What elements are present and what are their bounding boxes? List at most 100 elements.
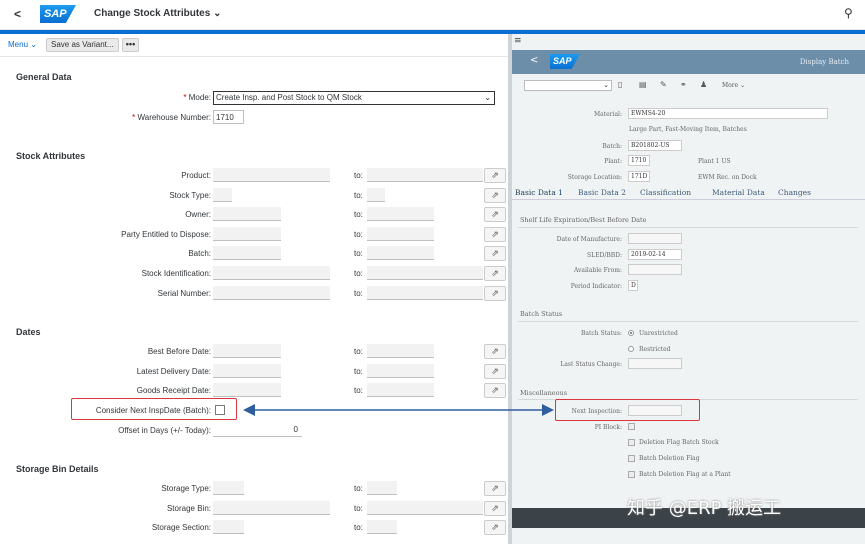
material-field[interactable]: EWMS4-20 (628, 108, 828, 119)
storage-section-from-input[interactable] (213, 520, 244, 534)
search-icon[interactable]: ⚲ (844, 6, 853, 20)
to-label: to: (354, 484, 363, 493)
sap-logo[interactable]: SAP (40, 5, 76, 23)
chevron-down-icon: ⌄ (30, 40, 37, 49)
multiple-selection-icon[interactable]: ⇗ (484, 344, 506, 359)
latest-delivery-from-input[interactable] (213, 364, 281, 378)
save-as-variant-button[interactable]: Save as Variant... (46, 38, 119, 52)
serial-number-from-input[interactable] (213, 286, 330, 300)
panel-topbar: ≡ (512, 34, 865, 50)
latest-delivery-to-input[interactable] (367, 364, 434, 378)
tab-basic-data-1[interactable]: Basic Data 1 (515, 188, 563, 197)
storage-bin-to-input[interactable] (367, 501, 483, 515)
app-title[interactable]: Change Stock Attributes ⌄ (94, 8, 221, 19)
offset-days-input[interactable]: 0 (213, 423, 302, 437)
to-label: to: (354, 386, 363, 395)
menu-button[interactable]: Menu ⌄ (8, 40, 37, 49)
stock-identification-to-input[interactable] (367, 266, 483, 280)
goods-receipt-from-input[interactable] (213, 383, 281, 397)
period-indicator-field[interactable]: D (628, 280, 638, 291)
multiple-selection-icon[interactable]: ⇗ (484, 364, 506, 379)
deletion-flag-batch-stock-checkbox[interactable] (628, 439, 635, 446)
section-title-stock: Stock Attributes (16, 151, 86, 161)
stock-type-label: Stock Type: (169, 191, 211, 200)
warehouse-input[interactable]: 1710 (213, 110, 244, 124)
storage-location-label: Storage Location: (567, 174, 622, 181)
storage-bin-label: Storage Bin: (166, 504, 211, 513)
multiple-selection-icon[interactable]: ⇗ (484, 286, 506, 301)
sap-logo: SAP (550, 54, 580, 69)
owner-to-input[interactable] (367, 207, 434, 221)
batch-label: Batch: (602, 143, 622, 150)
multiple-selection-icon[interactable]: ⇗ (484, 207, 506, 222)
multiple-selection-icon[interactable]: ⇗ (484, 188, 506, 203)
batch-field[interactable]: B201802-US (628, 140, 682, 151)
to-label: to: (354, 269, 363, 278)
batch-deletion-flag-checkbox[interactable] (628, 455, 635, 462)
plant-field[interactable]: 1710 (628, 155, 650, 166)
date-of-manufacture-field[interactable] (628, 233, 682, 244)
available-from-field[interactable] (628, 264, 682, 275)
sled-field[interactable]: 2019-02-14 (628, 249, 682, 260)
available-from-label: Available From: (573, 267, 622, 274)
material-label: Material: (594, 111, 622, 118)
back-icon[interactable]: < (530, 55, 538, 66)
tab-changes[interactable]: Changes (778, 188, 811, 197)
serial-number-to-input[interactable] (367, 286, 483, 300)
mode-select[interactable]: Create Insp. and Post Stock to QM Stock ⌄ (213, 91, 495, 105)
goods-receipt-to-input[interactable] (367, 383, 434, 397)
best-before-to-input[interactable] (367, 344, 434, 358)
pi-block-checkbox[interactable] (628, 423, 635, 430)
multiple-selection-icon[interactable]: ⇗ (484, 383, 506, 398)
storage-type-from-input[interactable] (213, 481, 244, 495)
more-button[interactable]: ••• (122, 38, 139, 52)
hierarchy-icon[interactable]: ▤ (639, 80, 647, 89)
more-menu[interactable]: More ⌄ (722, 82, 745, 89)
last-status-change-field[interactable] (628, 358, 682, 369)
to-label: to: (354, 347, 363, 356)
menu-icon[interactable]: ≡ (514, 36, 522, 46)
back-icon[interactable]: < (14, 7, 21, 21)
pi-block-label: PI Block: (594, 424, 622, 431)
product-from-input[interactable] (213, 168, 330, 182)
multiple-selection-icon[interactable]: ⇗ (484, 481, 506, 496)
link-icon[interactable]: ⚭ (680, 80, 687, 89)
chevron-down-icon: ⌄ (603, 81, 609, 89)
batch-from-input[interactable] (213, 246, 281, 260)
to-label: to: (354, 171, 363, 180)
multiple-selection-icon[interactable]: ⇗ (484, 266, 506, 281)
storage-location-description: EWM Rec. on Dock (698, 174, 757, 181)
batch-status-section-title: Batch Status (520, 310, 563, 318)
multiple-selection-icon[interactable]: ⇗ (484, 227, 506, 242)
tab-classification[interactable]: Classification (640, 188, 691, 197)
multiple-selection-icon[interactable]: ⇗ (484, 501, 506, 516)
edit-icon[interactable]: ✎ (660, 80, 667, 89)
party-entitled-from-input[interactable] (213, 227, 281, 241)
party-entitled-to-input[interactable] (367, 227, 434, 241)
tab-basic-data-2[interactable]: Basic Data 2 (578, 188, 626, 197)
restricted-radio[interactable] (628, 346, 634, 352)
stock-type-from-input[interactable] (213, 188, 232, 202)
display-batch-title: Display Batch (799, 58, 849, 66)
best-before-from-input[interactable] (213, 344, 281, 358)
batch-to-input[interactable] (367, 246, 434, 260)
unrestricted-radio[interactable] (628, 330, 634, 336)
multiple-selection-icon[interactable]: ⇗ (484, 246, 506, 261)
storage-type-to-input[interactable] (367, 481, 397, 495)
batch-deletion-flag-plant-label: Batch Deletion Flag at a Plant (639, 471, 731, 478)
storage-location-field[interactable]: 171D (628, 171, 650, 182)
multiple-selection-icon[interactable]: ⇗ (484, 168, 506, 183)
stock-identification-from-input[interactable] (213, 266, 330, 280)
owner-from-input[interactable] (213, 207, 281, 221)
toolbar-select[interactable]: ⌄ (524, 80, 612, 91)
toolbar-divider (0, 56, 508, 57)
batch-deletion-flag-plant-checkbox[interactable] (628, 471, 635, 478)
storage-bin-from-input[interactable] (213, 501, 330, 515)
multiple-selection-icon[interactable]: ⇗ (484, 520, 506, 535)
stock-type-to-input[interactable] (367, 188, 385, 202)
storage-section-to-input[interactable] (367, 520, 397, 534)
product-to-input[interactable] (367, 168, 483, 182)
document-icon[interactable]: ▯ (618, 80, 622, 89)
tab-material-data[interactable]: Material Data (712, 188, 765, 197)
user-icon[interactable]: ♟ (700, 80, 707, 89)
